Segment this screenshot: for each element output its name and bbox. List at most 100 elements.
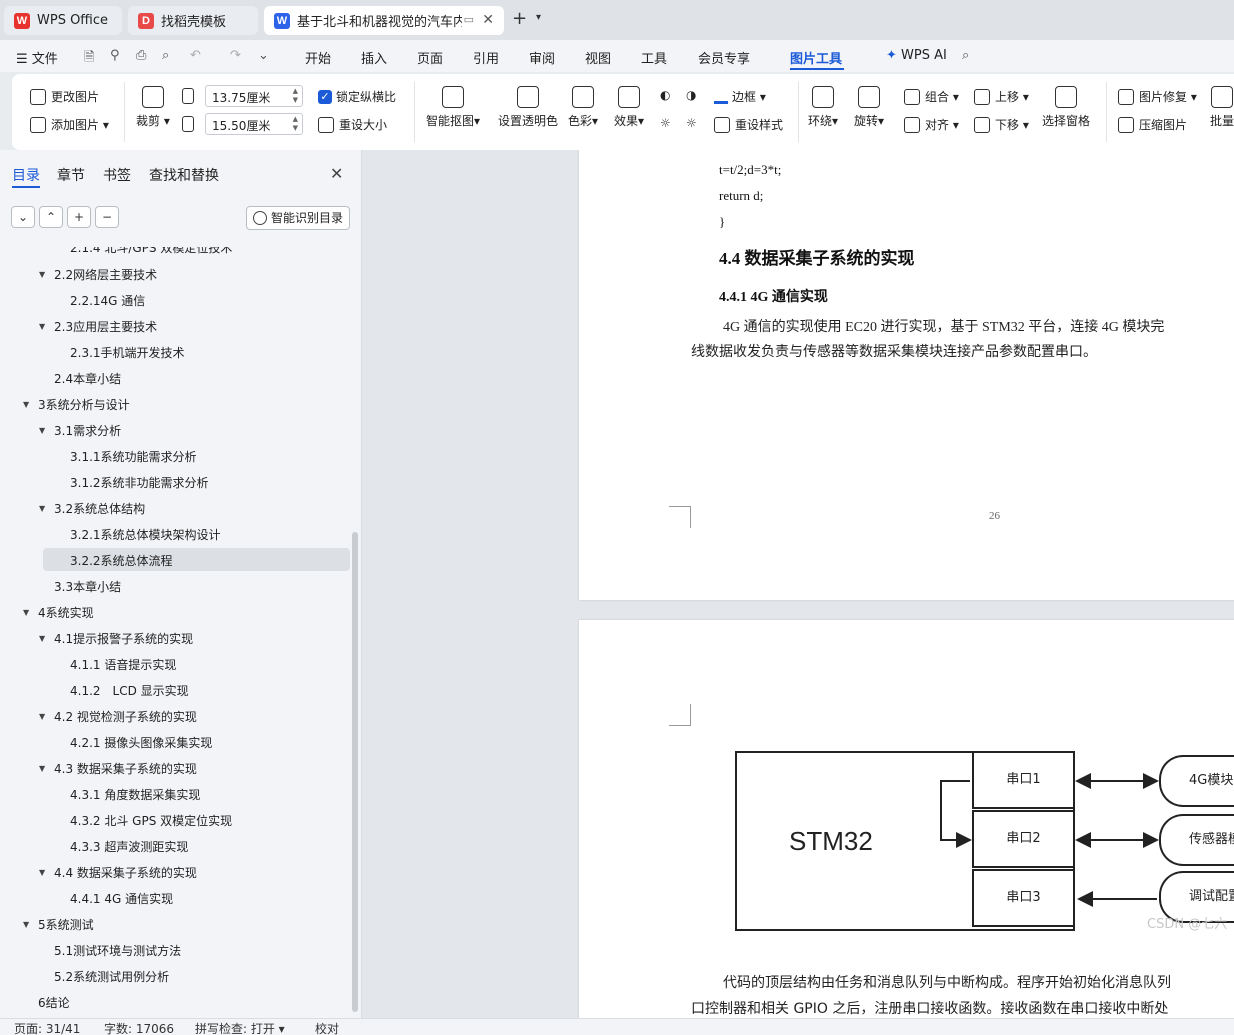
toc-item[interactable]: ▼ 2.3应用层主要技术: [39, 316, 157, 338]
toc-item[interactable]: 2.2.14G 通信: [70, 290, 145, 312]
toc-item[interactable]: 3.1.1系统功能需求分析: [70, 446, 197, 468]
menu-page[interactable]: 页面: [417, 48, 443, 67]
expand-caret-icon[interactable]: ▼: [39, 264, 45, 286]
expand-caret-icon[interactable]: ▼: [39, 628, 45, 650]
tab-document[interactable]: W 基于北斗和机器视觉的汽车内外 ▭ ✕: [264, 6, 504, 35]
remove-heading-icon[interactable]: −: [95, 206, 119, 228]
toc-item[interactable]: 4.3.3 超声波测距实现: [70, 836, 188, 858]
file-menu[interactable]: ☰ 文件: [16, 48, 58, 67]
toc-item[interactable]: 2.3.1手机端开发技术: [70, 342, 185, 364]
nav-scrollbar[interactable]: [352, 532, 358, 1012]
tab-docer[interactable]: D 找稻壳模板: [128, 6, 258, 35]
search-icon[interactable]: ⌕: [962, 48, 969, 63]
redo-icon[interactable]: ↷: [230, 48, 241, 63]
set-transparent-button[interactable]: 设置透明色: [498, 86, 558, 129]
undo-icon[interactable]: ↶: [190, 48, 201, 63]
proofread-button[interactable]: 校对: [315, 1020, 339, 1035]
toc-item[interactable]: ▼ 3.1需求分析: [39, 420, 121, 442]
nav-tab-toc[interactable]: 目录: [12, 165, 40, 185]
width-input[interactable]: 13.75厘米 ▲ ▼: [205, 85, 303, 107]
expand-caret-icon[interactable]: ▼: [23, 394, 29, 416]
toc-item[interactable]: 3.1.2系统非功能需求分析: [70, 472, 209, 494]
expand-caret-icon[interactable]: ▼: [23, 914, 29, 936]
border-button[interactable]: 边框 ▾: [714, 88, 766, 105]
chevron-down-icon[interactable]: ▾: [536, 12, 541, 23]
smart-cutout-button[interactable]: 智能抠图▾: [426, 86, 480, 129]
tab-wps-office[interactable]: W WPS Office: [4, 6, 122, 35]
toc-item[interactable]: 4.1.2 LCD 显示实现: [70, 680, 189, 702]
collapse-all-icon[interactable]: ⌄: [11, 206, 35, 228]
width-spinner[interactable]: ▲ ▼: [293, 87, 298, 105]
document-page[interactable]: t=t/2;d=3*t; return d; } 4.4 数据采集子系统的实现 …: [579, 150, 1234, 600]
menu-reference[interactable]: 引用: [473, 48, 499, 67]
toc-item[interactable]: 3.2.2系统总体流程: [70, 550, 173, 572]
nav-tab-find-replace[interactable]: 查找和替换: [149, 165, 219, 185]
group-button[interactable]: 组合 ▾: [904, 88, 959, 105]
expand-caret-icon[interactable]: ▼: [39, 862, 45, 884]
align-button[interactable]: 对齐 ▾: [904, 116, 959, 133]
height-input[interactable]: 15.50厘米 ▲ ▼: [205, 113, 303, 135]
color-button[interactable]: 色彩▾: [568, 86, 598, 129]
add-heading-icon[interactable]: +: [67, 206, 91, 228]
toc-item[interactable]: 6结论: [38, 992, 70, 1014]
print-preview-icon[interactable]: ⌕: [162, 48, 169, 63]
nav-tab-chapter[interactable]: 章节: [57, 165, 85, 185]
toc-item[interactable]: 5.1测试环境与测试方法: [54, 940, 181, 962]
brightness-decrease-icon[interactable]: ☼: [686, 116, 697, 130]
crop-button[interactable]: 裁剪 ▾: [136, 86, 170, 129]
batch-button[interactable]: 批量: [1210, 86, 1234, 129]
toc-item[interactable]: ▼ 3.2系统总体结构: [39, 498, 145, 520]
toc-item[interactable]: ▼ 4.2 视觉检测子系统的实现: [39, 706, 197, 728]
toc-item[interactable]: 4.3.2 北斗 GPS 双模定位实现: [70, 810, 232, 832]
expand-caret-icon[interactable]: ▼: [39, 758, 45, 780]
toc-item[interactable]: ▼ 2.2网络层主要技术: [39, 264, 157, 286]
lock-ratio-checkbox[interactable]: ✓ 锁定纵横比: [318, 88, 396, 105]
toc-item[interactable]: 5.2系统测试用例分析: [54, 966, 169, 988]
toc-item[interactable]: ▼ 4.3 数据采集子系统的实现: [39, 758, 197, 780]
effect-button[interactable]: 效果▾: [614, 86, 644, 129]
menu-picture-tools[interactable]: 图片工具: [790, 48, 842, 67]
document-page[interactable]: STM32 串口1 串口2 串口3 4G模块 传感器模 调试配置串: [579, 620, 1234, 1018]
toc-item[interactable]: ▼ 5系统测试: [23, 914, 94, 936]
toc-item[interactable]: ▼ 4.1提示报警子系统的实现: [39, 628, 193, 650]
save-icon[interactable]: 🗎: [84, 48, 94, 70]
rotate-button[interactable]: 旋转▾: [854, 86, 884, 129]
menu-member[interactable]: 会员专享: [698, 48, 750, 67]
toc-item[interactable]: 3.2.1系统总体模块架构设计: [70, 524, 221, 546]
selection-pane-button[interactable]: 选择窗格: [1042, 86, 1090, 129]
wrap-button[interactable]: 环绕▾: [808, 86, 838, 129]
toc-item[interactable]: ▼ 3系统分析与设计: [23, 394, 130, 416]
menu-start[interactable]: 开始: [305, 48, 331, 67]
contrast-decrease-icon[interactable]: ◑: [686, 88, 696, 102]
print-icon[interactable]: ⎙: [136, 48, 146, 63]
spell-check-toggle[interactable]: 拼写检查: 打开 ▾: [195, 1020, 285, 1035]
page-indicator[interactable]: 页面: 31/41: [14, 1020, 80, 1035]
share-icon[interactable]: ⚲: [110, 48, 120, 63]
expand-caret-icon[interactable]: ▼: [23, 602, 29, 624]
expand-up-icon[interactable]: ⌃: [39, 206, 63, 228]
toc-item[interactable]: 4.4.1 4G 通信实现: [70, 888, 173, 910]
toc-item[interactable]: 4.3.1 角度数据采集实现: [70, 784, 200, 806]
compress-image-button[interactable]: 压缩图片: [1118, 116, 1187, 133]
expand-caret-icon[interactable]: ▼: [39, 316, 45, 338]
monitor-icon[interactable]: ▭: [464, 13, 474, 26]
height-spinner[interactable]: ▲ ▼: [293, 115, 298, 133]
reset-size-button[interactable]: 重设大小: [318, 116, 387, 133]
close-icon[interactable]: ✕: [482, 12, 494, 28]
toc-item[interactable]: 4.2.1 摄像头图像采集实现: [70, 732, 212, 754]
expand-caret-icon[interactable]: ▼: [39, 498, 45, 520]
close-icon[interactable]: ✕: [330, 164, 343, 183]
image-repair-button[interactable]: 图片修复 ▾: [1118, 88, 1197, 105]
smart-toc-button[interactable]: 智能识别目录: [246, 206, 350, 230]
quick-access-more-icon[interactable]: ⌄: [258, 48, 269, 63]
reset-style-button[interactable]: 重设样式: [714, 116, 783, 133]
toc-item[interactable]: 4.1.1 语音提示实现: [70, 654, 176, 676]
expand-caret-icon[interactable]: ▼: [39, 706, 45, 728]
expand-caret-icon[interactable]: ▼: [39, 420, 45, 442]
contrast-increase-icon[interactable]: ◐: [660, 88, 670, 102]
menu-insert[interactable]: 插入: [361, 48, 387, 67]
bring-forward-button[interactable]: 上移 ▾: [974, 88, 1029, 105]
menu-view[interactable]: 视图: [585, 48, 611, 67]
toc-item[interactable]: ▼ 4.4 数据采集子系统的实现: [39, 862, 197, 884]
wps-ai-button[interactable]: ✦ WPS AI: [886, 48, 947, 63]
